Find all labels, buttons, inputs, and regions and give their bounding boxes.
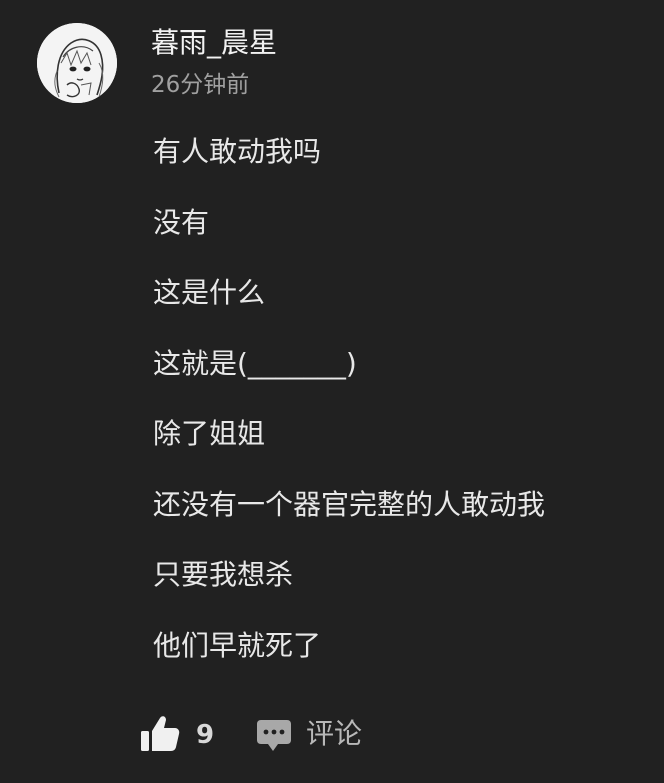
post-content: 有人敢动我吗 没有 这是什么 这就是(_______) 除了姐姐 还没有一个器官… (153, 131, 653, 695)
anime-girl-avatar-icon (37, 23, 117, 103)
author-username[interactable]: 暮雨_晨星 (151, 24, 277, 62)
like-button[interactable]: 9 (138, 712, 238, 758)
content-line: 他们早就死了 (153, 628, 322, 662)
content-line: 只要我想杀 (153, 558, 294, 591)
content-line: 有人敢动我吗 (153, 135, 322, 168)
post-card: 暮雨_晨星 26分钟前 有人敢动我吗 没有 这是什么 这就是(_______) … (0, 0, 664, 783)
content-line: 还没有一个器官完整的人敢动我 (153, 487, 546, 521)
comment-bubble-icon (257, 720, 291, 751)
comment-label: 评论 (306, 717, 363, 750)
avatar[interactable] (37, 23, 117, 103)
content-line: 这是什么 (153, 276, 266, 309)
content-line: 没有 (153, 205, 210, 239)
comment-button[interactable]: 评论 (254, 712, 394, 758)
thumbs-up-icon (141, 716, 180, 751)
action-bar: 9 评论 (138, 712, 558, 758)
like-count: 9 (196, 720, 215, 750)
post-timestamp: 26分钟前 (151, 72, 250, 98)
content-line: 这就是(_______) (153, 346, 357, 380)
content-line: 除了姐姐 (153, 417, 266, 450)
